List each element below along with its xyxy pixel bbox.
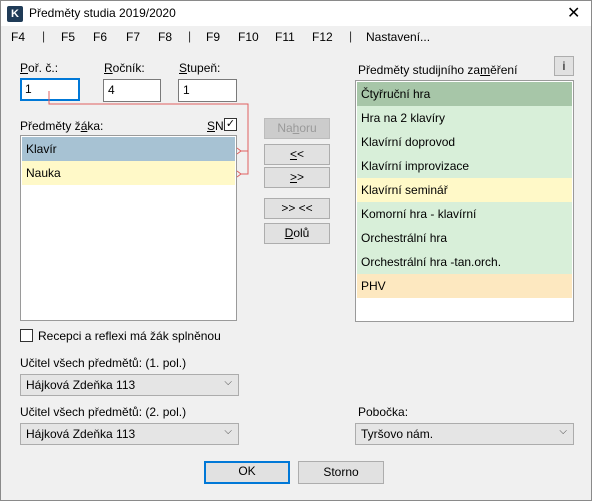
app-icon: K: [7, 6, 23, 22]
teacher2-value: Hájková Zdeňka 113: [26, 427, 136, 441]
ok-button[interactable]: OK: [204, 461, 290, 484]
chevron-down-icon: ⌵: [559, 426, 567, 437]
dialog-window: K Předměty studia 2019/2020 ✕ F4 | F5 F6…: [0, 0, 592, 501]
focus-subjects-list[interactable]: Čtyřruční hra Hra na 2 klavíry Klavírní …: [355, 80, 574, 322]
list-item[interactable]: Orchestrální hra: [357, 226, 572, 250]
remove-subject-button[interactable]: >>: [264, 167, 330, 188]
move-up-button[interactable]: Nahoru: [264, 118, 330, 139]
focus-subjects-label: Předměty studijního zaměření: [358, 63, 517, 77]
list-item[interactable]: Hra na 2 klavíry: [357, 106, 572, 130]
menu-bar: F4 | F5 F6 F7 F8 | F9 F10 F11 F12 | Nast…: [1, 26, 591, 48]
list-item[interactable]: Klavírní seminář: [357, 178, 572, 202]
add-subject-label: <: [297, 147, 305, 161]
teacher2-select[interactable]: Hájková Zdeňka 113 ⌵: [20, 423, 239, 445]
por-c-input[interactable]: 1: [20, 78, 80, 101]
menu-separator: |: [42, 29, 46, 43]
student-subjects-label-text-end: ka:: [87, 119, 104, 133]
rocnik-input[interactable]: 4: [103, 79, 161, 102]
move-down-button[interactable]: Dolů: [264, 223, 330, 244]
cancel-button[interactable]: Storno: [298, 461, 384, 484]
chevron-down-icon: ⌵: [224, 377, 232, 388]
list-item[interactable]: PHV: [357, 274, 572, 298]
info-button[interactable]: i: [554, 56, 574, 76]
sn-label-text: N: [215, 119, 224, 133]
rocnik-label: Ročník:: [104, 61, 145, 75]
teacher2-label: Učitel všech předmětů: (2. pol.): [20, 405, 187, 419]
move-down-label: olů: [293, 226, 310, 240]
student-subjects-label: Předměty žáka:: [20, 119, 103, 133]
focus-subjects-label-text-end: ěření: [490, 63, 518, 77]
menu-f6[interactable]: F6: [93, 30, 107, 44]
menu-f12[interactable]: F12: [312, 30, 333, 44]
list-item[interactable]: Čtyřruční hra: [357, 82, 572, 106]
move-up-label-end: oru: [299, 121, 317, 135]
menu-f11[interactable]: F11: [275, 30, 295, 44]
reception-checkbox[interactable]: [20, 329, 33, 342]
teacher1-select[interactable]: Hájková Zdeňka 113 ⌵: [20, 374, 239, 396]
menu-f7[interactable]: F7: [126, 30, 140, 44]
menu-f4[interactable]: F4: [11, 30, 25, 44]
menu-separator: |: [188, 29, 192, 43]
menu-separator: |: [349, 29, 353, 43]
por-c-label-mnemonic: P: [20, 61, 29, 75]
close-icon[interactable]: ✕: [567, 3, 580, 23]
move-up-label: Na: [277, 121, 293, 135]
menu-f8[interactable]: F8: [158, 30, 172, 44]
teacher1-value: Hájková Zdeňka 113: [26, 378, 136, 392]
stupen-label-mnemonic: S: [179, 61, 188, 75]
add-subject-mnemonic: <: [289, 147, 297, 161]
rocnik-label-mnemonic: R: [104, 61, 113, 75]
focus-subjects-label-mnemonic: m: [480, 63, 491, 77]
sn-checkbox[interactable]: ✓: [224, 118, 237, 131]
list-item[interactable]: Klavír: [22, 137, 235, 161]
list-item[interactable]: Komorní hra - klavírní: [357, 202, 572, 226]
list-item[interactable]: Klavírní doprovod: [357, 130, 572, 154]
stupen-label: Stupeň:: [179, 61, 220, 75]
sn-label: SN: [207, 119, 224, 133]
stupen-label-text: tupeň:: [187, 61, 221, 75]
branch-value: Tyršovo nám.: [361, 427, 434, 441]
menu-f10[interactable]: F10: [238, 30, 259, 44]
menu-f5[interactable]: F5: [61, 30, 75, 44]
rocnik-label-text: očník:: [112, 61, 145, 75]
add-subject-button[interactable]: <<: [264, 144, 330, 165]
student-subjects-list[interactable]: Klavír Nauka: [20, 135, 237, 321]
branch-label: Pobočka:: [358, 405, 409, 419]
branch-select[interactable]: Tyršovo nám. ⌵: [355, 423, 574, 445]
student-subjects-label-text: Předměty ž: [20, 119, 81, 133]
stupen-input[interactable]: 1: [178, 79, 237, 102]
menu-f9[interactable]: F9: [206, 30, 220, 44]
por-c-label-text: oř. č.:: [28, 61, 59, 75]
reception-checkbox-label: Recepci a reflexi má žák splněnou: [38, 329, 221, 343]
sn-label-mnemonic: S: [207, 119, 216, 133]
por-c-label: Poř. č.:: [20, 61, 58, 75]
title-bar: K Předměty studia 2019/2020 ✕: [1, 1, 591, 26]
menu-settings[interactable]: Nastavení...: [366, 30, 430, 44]
list-item[interactable]: Nauka: [22, 161, 235, 185]
remove-subject-mnemonic: >: [289, 170, 297, 184]
list-item[interactable]: Klavírní improvizace: [357, 154, 572, 178]
window-title: Předměty studia 2019/2020: [29, 6, 176, 20]
list-item[interactable]: Orchestrální hra -tan.orch.: [357, 250, 572, 274]
swap-subjects-button[interactable]: >> <<: [264, 198, 330, 219]
chevron-down-icon: ⌵: [224, 426, 232, 437]
teacher1-label: Učitel všech předmětů: (1. pol.): [20, 356, 187, 370]
remove-subject-label: >: [297, 170, 305, 184]
focus-subjects-label-text: Předměty studijního za: [358, 63, 481, 77]
